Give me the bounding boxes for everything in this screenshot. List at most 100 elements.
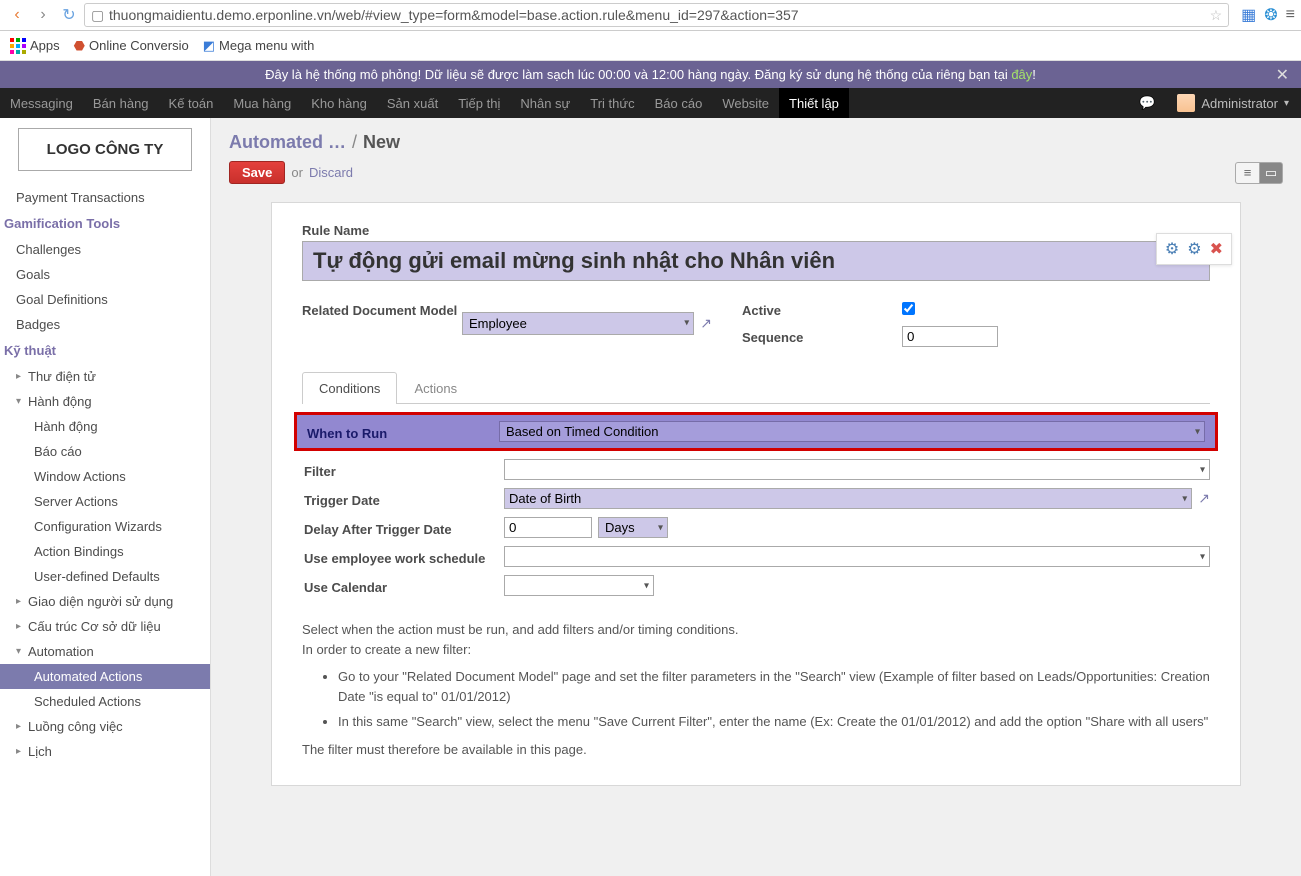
help-bullet-1: Go to your "Related Document Model" page… — [338, 667, 1210, 706]
sidebar-automation[interactable]: ▾Automation — [0, 639, 210, 664]
menu-hr[interactable]: Nhân sự — [510, 88, 580, 118]
trigger-select[interactable] — [504, 488, 1192, 509]
sidebar-workflows[interactable]: ▸Luồng công việc — [0, 714, 210, 739]
sidebar-action-bindings[interactable]: Action Bindings — [0, 539, 210, 564]
reload-button[interactable]: ↻ — [58, 4, 80, 26]
gear-icon-2[interactable]: ⚙ — [1187, 239, 1201, 259]
sidebar-window-actions[interactable]: Window Actions — [0, 464, 210, 489]
menu-icon[interactable]: ≡ — [1286, 6, 1295, 24]
work-sched-select[interactable] — [504, 546, 1210, 567]
sidebar-email[interactable]: ▸Thư điện tử — [0, 364, 210, 389]
sidebar-user-defaults[interactable]: User-defined Defaults — [0, 564, 210, 589]
menu-messaging[interactable]: Messaging — [0, 88, 83, 118]
use-cal-label: Use Calendar — [304, 576, 504, 595]
help-line-3: The filter must therefore be available i… — [302, 740, 1210, 760]
sidebar-automated-actions[interactable]: Automated Actions — [0, 664, 210, 689]
sidebar-ui[interactable]: ▸Giao diện người sử dụng — [0, 589, 210, 614]
apps-grid-icon — [10, 38, 26, 54]
delay-label: Delay After Trigger Date — [304, 518, 504, 537]
ext-icon-1[interactable]: ▦ — [1241, 5, 1256, 25]
form-sheet: ⚙ ⚙ ✖ Rule Name Related Document Model ▾… — [271, 202, 1241, 786]
menu-purchase[interactable]: Mua hàng — [223, 88, 301, 118]
banner-text-post: ! — [1032, 67, 1036, 82]
bookmark-2[interactable]: ◩ Mega menu with — [203, 38, 315, 54]
breadcrumb-parent[interactable]: Automated … — [229, 132, 346, 153]
active-checkbox[interactable] — [902, 302, 915, 315]
sidebar-section-technical: Kỹ thuật — [0, 337, 210, 364]
sidebar-goals[interactable]: Goals — [0, 262, 210, 287]
related-model-label: Related Document Model — [302, 299, 462, 347]
bookmark-1[interactable]: ⬣ Online Conversio — [74, 38, 189, 54]
bookmark-1-label: Online Conversio — [89, 38, 189, 53]
chevron-down-icon: ▾ — [1284, 98, 1289, 109]
menu-settings[interactable]: Thiết lập — [779, 88, 849, 118]
back-button[interactable]: ‹ — [6, 4, 28, 26]
sidebar-config-wizards[interactable]: Configuration Wizards — [0, 514, 210, 539]
banner-close-icon[interactable]: ✕ — [1276, 65, 1289, 85]
apps-label: Apps — [30, 38, 60, 53]
menu-manufacturing[interactable]: Sản xuất — [377, 88, 448, 118]
page-icon: ▢ — [91, 7, 105, 24]
rule-name-input[interactable] — [302, 241, 1210, 281]
bookmark-bar: Apps ⬣ Online Conversio ◩ Mega menu with — [0, 31, 1301, 61]
related-model-select[interactable] — [462, 312, 694, 335]
sidebar-badges[interactable]: Badges — [0, 312, 210, 337]
ext-icon-2[interactable]: ❂ — [1264, 5, 1277, 25]
active-label: Active — [742, 299, 902, 318]
apps-button[interactable]: Apps — [10, 38, 60, 54]
help-text: Select when the action must be run, and … — [302, 620, 1210, 759]
forward-button[interactable]: › — [32, 4, 54, 26]
user-name: Administrator — [1201, 96, 1278, 111]
external-link-icon[interactable]: ↗ — [1198, 490, 1210, 507]
gear-icon-1[interactable]: ⚙ — [1165, 239, 1179, 259]
user-menu[interactable]: Administrator ▾ — [1165, 94, 1301, 112]
when-select[interactable] — [499, 421, 1205, 442]
menu-sales[interactable]: Bán hàng — [83, 88, 159, 118]
menu-website[interactable]: Website — [712, 88, 779, 118]
sidebar-calendar[interactable]: ▸Lịch — [0, 739, 210, 764]
tab-conditions[interactable]: Conditions — [302, 372, 397, 404]
sidebar-scheduled-actions[interactable]: Scheduled Actions — [0, 689, 210, 714]
sidebar-report[interactable]: Báo cáo — [0, 439, 210, 464]
star-icon[interactable]: ☆ — [1210, 7, 1223, 24]
delay-input[interactable] — [504, 517, 592, 538]
delay-unit-select[interactable] — [598, 517, 668, 538]
rule-name-label: Rule Name — [302, 223, 1210, 238]
banner-link[interactable]: đây — [1011, 67, 1032, 82]
menu-marketing[interactable]: Tiếp thị — [448, 88, 510, 118]
chat-icon[interactable]: 💬 — [1129, 88, 1165, 118]
sidebar-section-gamification: Gamification Tools — [0, 210, 210, 237]
sidebar-goal-definitions[interactable]: Goal Definitions — [0, 287, 210, 312]
discard-link[interactable]: Discard — [309, 165, 353, 180]
bookmark-2-label: Mega menu with — [219, 38, 314, 53]
save-button[interactable]: Save — [229, 161, 285, 184]
sidebar-server-actions[interactable]: Server Actions — [0, 489, 210, 514]
sequence-input[interactable] — [902, 326, 998, 347]
tab-bar: Conditions Actions — [302, 371, 1210, 404]
menu-accounting[interactable]: Kế toán — [159, 88, 224, 118]
sidebar-payment-transactions[interactable]: Payment Transactions — [0, 185, 210, 210]
breadcrumb: Automated … / New — [211, 118, 1301, 161]
work-sched-label: Use employee work schedule — [304, 547, 504, 566]
company-logo: LOGO CÔNG TY — [18, 128, 192, 171]
demo-banner: Đây là hệ thống mô phỏng! Dữ liệu sẽ đượ… — [0, 61, 1301, 88]
sidebar-actions-sub[interactable]: Hành động — [0, 414, 210, 439]
when-to-run-row: When to Run ▾ — [294, 412, 1218, 451]
help-line-1: Select when the action must be run, and … — [302, 620, 1210, 640]
external-link-icon[interactable]: ↗ — [700, 315, 712, 332]
menu-reports[interactable]: Báo cáo — [645, 88, 713, 118]
menu-knowledge[interactable]: Tri thức — [580, 88, 644, 118]
sidebar-challenges[interactable]: Challenges — [0, 237, 210, 262]
content: Automated … / New Save or Discard ≡ ▭ ⚙ … — [211, 118, 1301, 876]
or-text: or — [291, 165, 303, 180]
url-bar[interactable]: ▢ thuongmaidientu.demo.erponline.vn/web/… — [84, 3, 1229, 27]
wrench-icon[interactable]: ✖ — [1210, 239, 1223, 259]
tab-actions[interactable]: Actions — [397, 372, 474, 404]
form-view-button[interactable]: ▭ — [1259, 162, 1283, 184]
filter-select[interactable] — [504, 459, 1210, 480]
menu-warehouse[interactable]: Kho hàng — [301, 88, 377, 118]
sidebar-db[interactable]: ▸Cấu trúc Cơ sở dữ liệu — [0, 614, 210, 639]
list-view-button[interactable]: ≡ — [1235, 162, 1259, 184]
sidebar-actions[interactable]: ▾Hành động — [0, 389, 210, 414]
use-cal-select[interactable] — [504, 575, 654, 596]
